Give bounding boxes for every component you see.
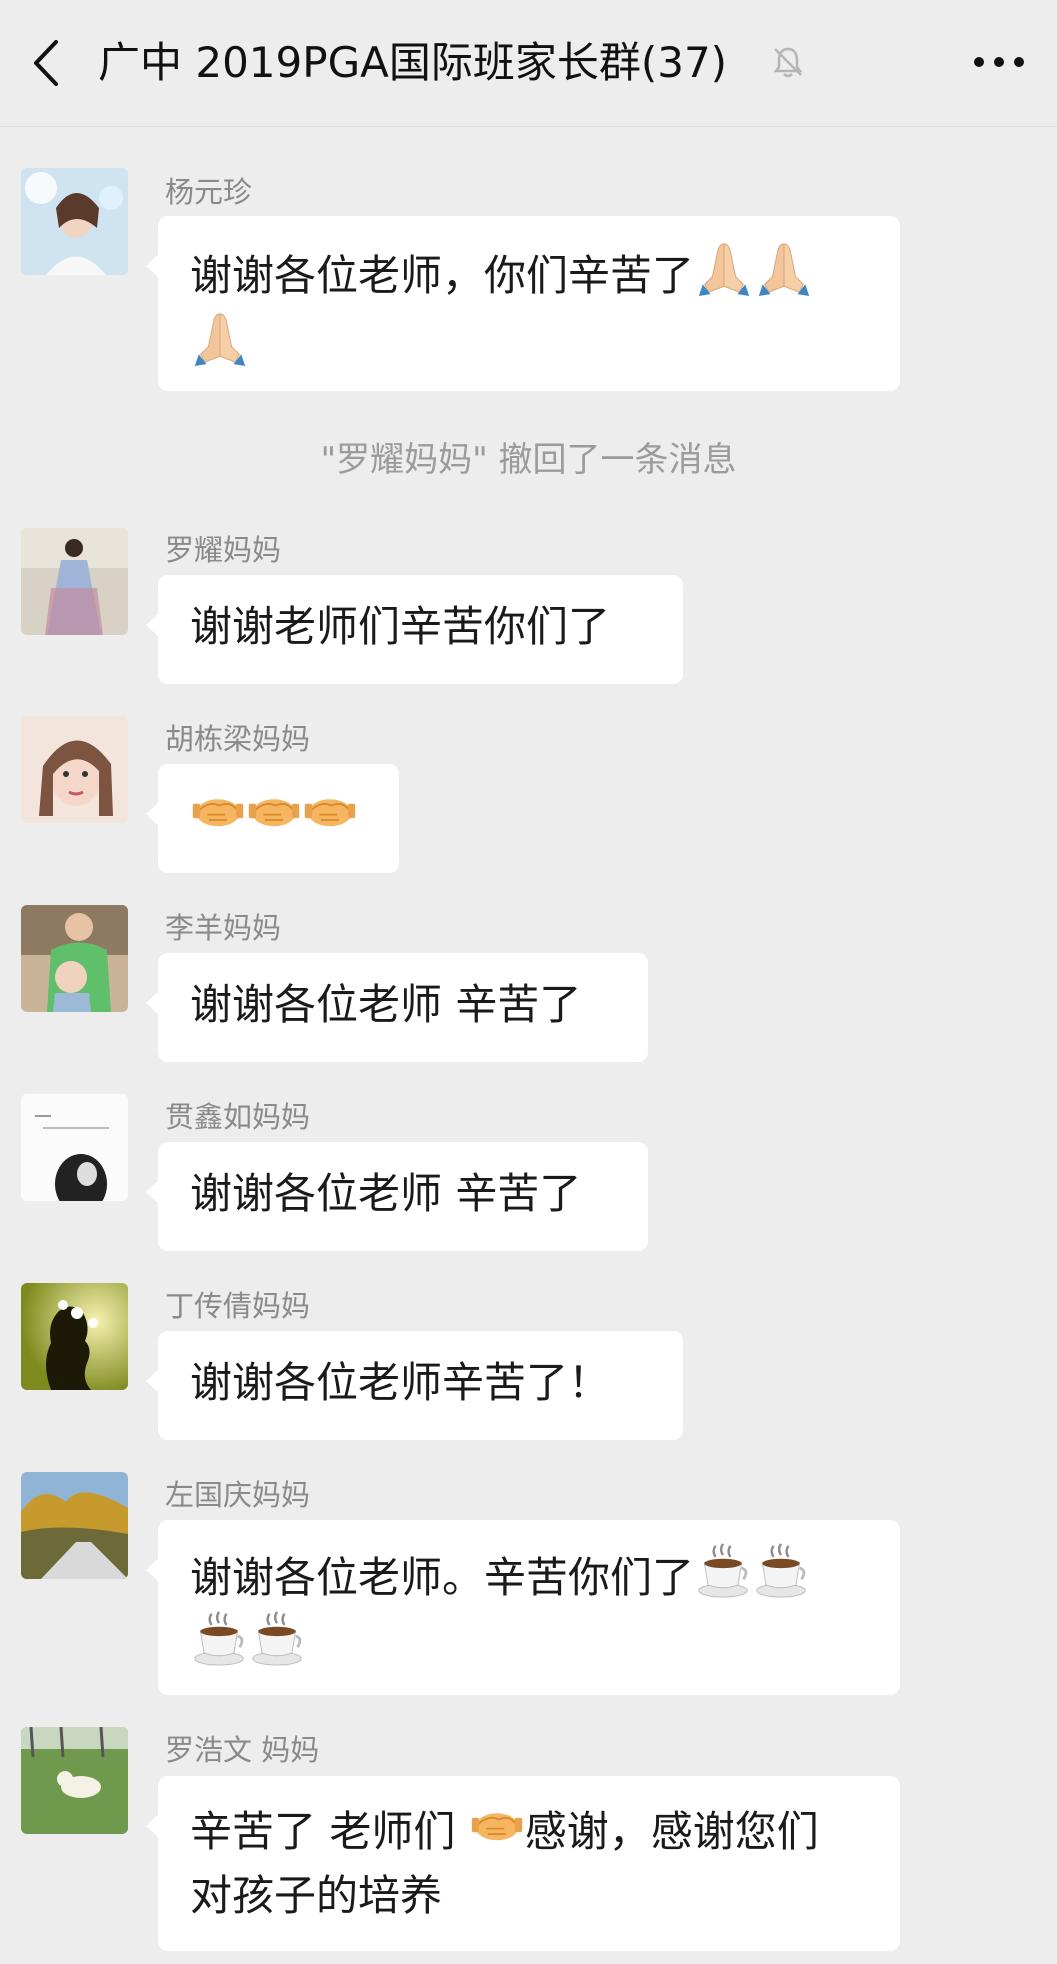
message-text-tail: 感谢，感谢您们: [524, 1807, 819, 1856]
folded-hands-icon: [695, 238, 753, 296]
sender-name: 丁传倩妈妈: [165, 1289, 311, 1323]
sender-name: 罗浩文 妈妈: [165, 1733, 320, 1767]
handshake-icon: [470, 1798, 524, 1852]
bell-off-icon: [770, 44, 806, 80]
handshake-icon: [191, 784, 245, 838]
back-button[interactable]: [22, 36, 72, 90]
hot-beverage-icon: [753, 1542, 809, 1598]
sender-name: 罗耀妈妈: [165, 533, 282, 567]
message-text: 谢谢各位老师。辛苦你们了: [190, 1553, 695, 1602]
avatar[interactable]: [21, 168, 128, 275]
avatar[interactable]: [21, 1283, 128, 1390]
message-bubble[interactable]: 谢谢各位老师 辛苦了: [146, 1142, 648, 1251]
avatar[interactable]: [21, 716, 128, 823]
message-text: 谢谢各位老师辛苦了！: [190, 1358, 611, 1407]
message-bubble[interactable]: 谢谢老师们辛苦你们了: [146, 575, 683, 684]
message-text: 谢谢各位老师 辛苦了: [190, 980, 582, 1029]
chevron-left-icon: [34, 40, 58, 86]
folded-hands-icon: [755, 238, 813, 296]
sender-name: 胡栋梁妈妈: [165, 722, 311, 756]
avatar[interactable]: [21, 905, 128, 1012]
message-text: 辛苦了 老师们: [190, 1807, 469, 1856]
handshake-icon: [247, 784, 301, 838]
message-text: 谢谢各位老师，你们辛苦了: [190, 251, 695, 300]
sender-name: 李羊妈妈: [165, 911, 282, 945]
sender-name: 贯鑫如妈妈: [165, 1100, 311, 1134]
avatar[interactable]: [21, 1472, 128, 1579]
message-text: 对孩子的培养: [190, 1871, 443, 1920]
sender-name: 左国庆妈妈: [165, 1478, 311, 1512]
avatar[interactable]: [21, 528, 128, 635]
sender-name: 杨元珍: [165, 175, 253, 209]
avatar[interactable]: [21, 1727, 128, 1834]
message-bubble[interactable]: 谢谢各位老师辛苦了！: [146, 1331, 683, 1440]
message-bubble[interactable]: [146, 764, 399, 873]
recall-notice: "罗耀妈妈" 撤回了一条消息: [320, 440, 737, 480]
message-text: 谢谢各位老师 辛苦了: [190, 1169, 582, 1218]
message-bubble[interactable]: 谢谢各位老师 辛苦了: [146, 953, 648, 1062]
message-text: 谢谢老师们辛苦你们了: [190, 602, 611, 651]
handshake-icon: [303, 784, 357, 838]
hot-beverage-icon: [249, 1610, 305, 1666]
hot-beverage-icon: [191, 1610, 247, 1666]
chat-title: 广中 2019PGA国际班家长群(37): [98, 38, 728, 87]
message-bubble[interactable]: 谢谢各位老师。辛苦你们了: [146, 1520, 900, 1695]
message-bubble[interactable]: 谢谢各位老师，你们辛苦了: [146, 216, 900, 391]
more-dots-icon: [974, 57, 1024, 67]
message-bubble[interactable]: 辛苦了 老师们 感谢，感谢您们 对孩子的培养: [146, 1776, 900, 1951]
more-options-button[interactable]: [969, 44, 1029, 80]
avatar[interactable]: [21, 1094, 128, 1201]
folded-hands-icon: [191, 308, 249, 366]
hot-beverage-icon: [695, 1542, 751, 1598]
chat-header: 广中 2019PGA国际班家长群(37): [0, 0, 1057, 127]
